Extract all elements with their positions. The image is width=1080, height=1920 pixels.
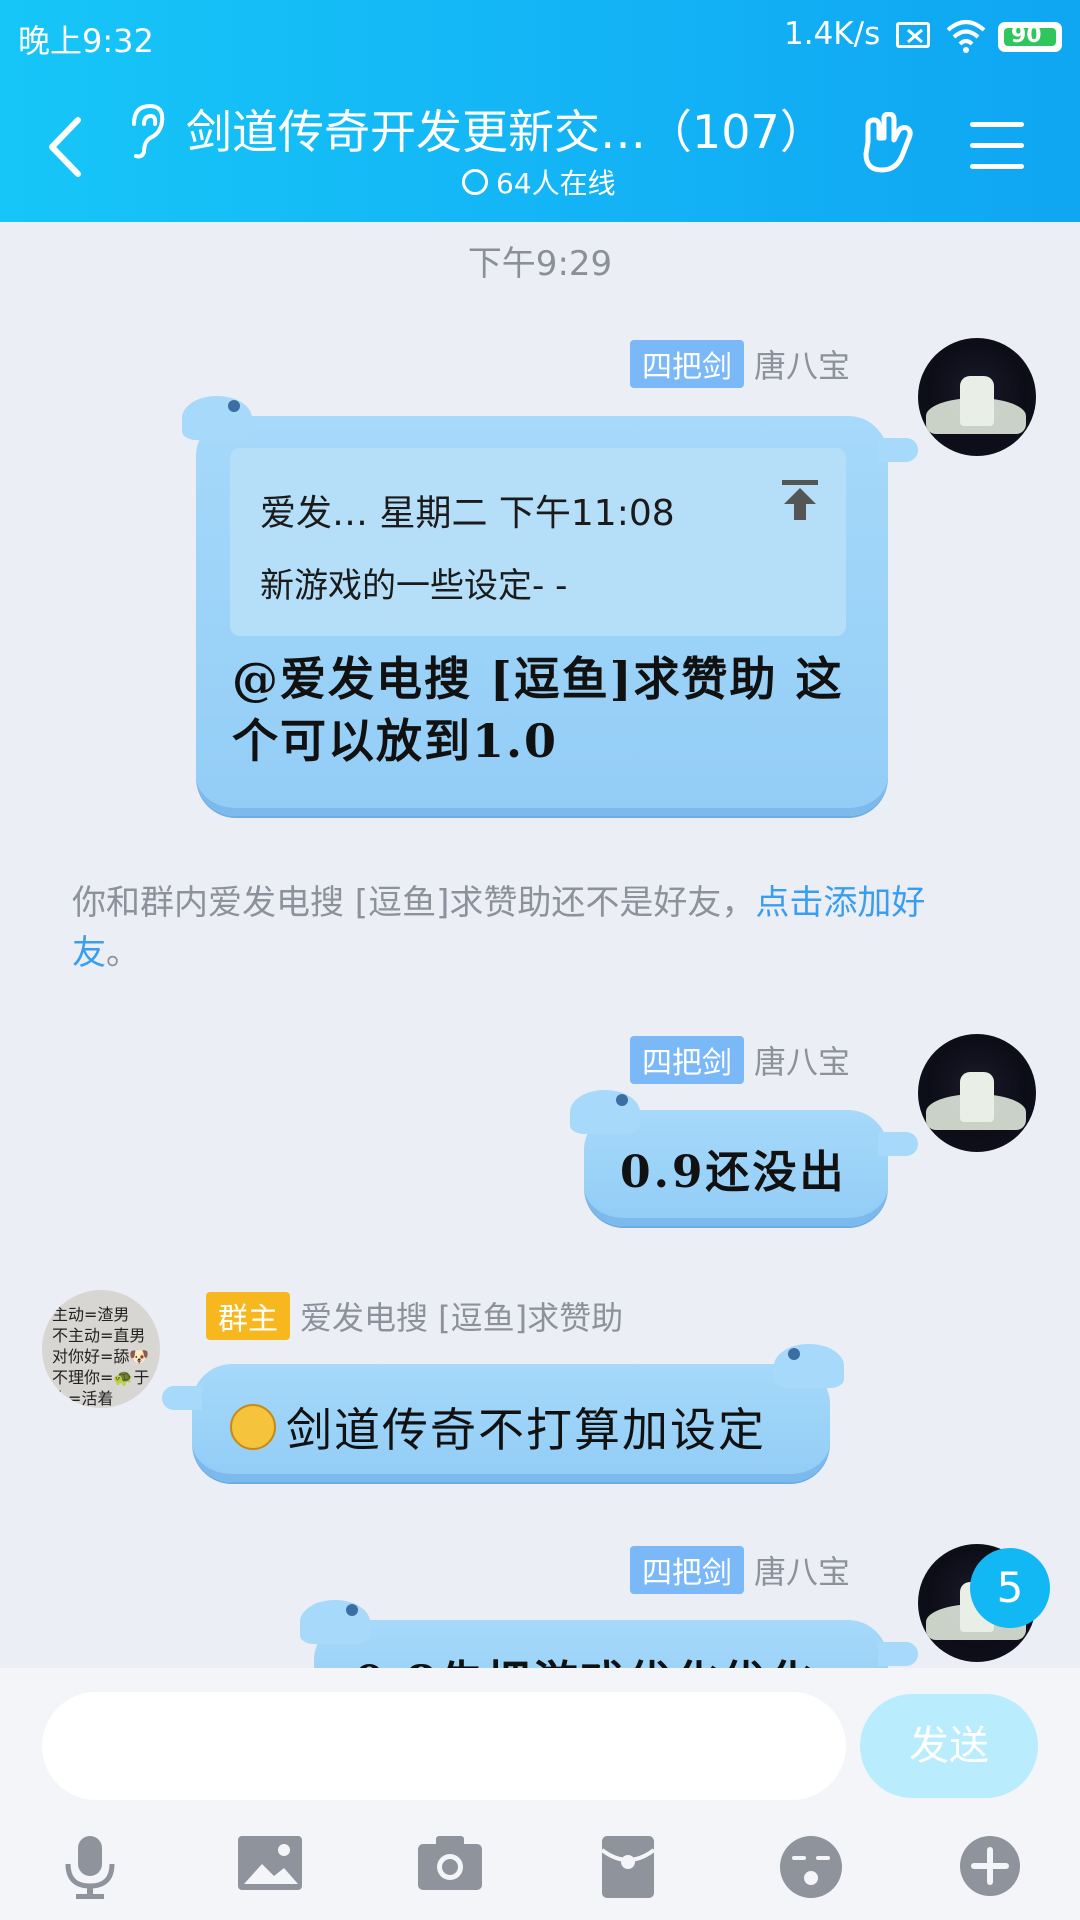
top-bar: 晚上9:32 1.4K/s 90 剑道传奇开发更新交…（107） 64人在线: [0, 0, 1080, 222]
camera-icon[interactable]: [416, 1834, 484, 1896]
avatar[interactable]: [918, 1034, 1036, 1152]
status-bar: 晚上9:32 1.4K/s 90: [0, 0, 1080, 72]
emoji-icon: [230, 1404, 276, 1450]
network-speed: 1.4K/s: [784, 16, 881, 52]
sender-line: 群主 爱发电搜 [逗鱼]求赞助: [206, 1292, 623, 1340]
ear-icon[interactable]: [124, 102, 168, 164]
unread-badge[interactable]: 5: [970, 1548, 1050, 1628]
back-icon: [49, 117, 81, 177]
timestamp: 下午9:29: [467, 244, 613, 284]
sim-icon: [896, 22, 930, 48]
microphone-icon[interactable]: [62, 1834, 118, 1904]
sender-line: 四把剑 唐八宝: [630, 1036, 850, 1084]
red-packet-icon[interactable]: [600, 1834, 656, 1904]
message-input[interactable]: [42, 1692, 846, 1800]
battery-level: 90: [1011, 23, 1042, 48]
status-time: 晚上9:32: [18, 22, 154, 60]
sender-line: 四把剑 唐八宝: [630, 1546, 850, 1594]
sender-name[interactable]: 唐八宝: [754, 1037, 850, 1083]
plus-icon[interactable]: [958, 1834, 1022, 1902]
wifi-icon: [944, 18, 988, 58]
message-text: 0.9还没出: [620, 1147, 847, 1198]
quote-header: 爱发… 星期二 下午11:08: [260, 493, 675, 534]
back-button[interactable]: [42, 112, 94, 182]
online-count-label: 64人在线: [496, 167, 616, 200]
message-bubble[interactable]: 0.8先把游戏优化优化: [300, 1600, 918, 1668]
avatar[interactable]: 主动=渣男 不主动=直男 对你好=舔🐶 不理你=🐢于 人=活着: [42, 1290, 160, 1408]
hand-icon[interactable]: [858, 111, 922, 178]
image-icon[interactable]: [236, 1834, 304, 1896]
message-text: 剑道传奇不打算加设定: [286, 1403, 766, 1457]
sender-line: 四把剑 唐八宝: [630, 340, 850, 388]
message-text: 0.8先把游戏优化优化: [354, 1646, 816, 1668]
member-tag: 四把剑: [630, 340, 744, 388]
message-bubble[interactable]: 剑道传奇不打算加设定: [162, 1344, 844, 1482]
chevron-circle-icon: [462, 169, 488, 195]
member-tag: 四把剑: [630, 1036, 744, 1084]
online-count[interactable]: 64人在线: [462, 162, 616, 202]
quote-body: 新游戏的一些设定- -: [260, 566, 568, 606]
avatar[interactable]: [918, 338, 1036, 456]
message-text: @爱发电搜 [逗鱼]求赞助 这: [232, 652, 844, 706]
send-button[interactable]: 发送: [860, 1694, 1038, 1798]
avatar-text: 主动=渣男 不主动=直男 对你好=舔🐶 不理你=🐢于 人=活着: [52, 1305, 150, 1408]
sender-name[interactable]: 爱发电搜 [逗鱼]求赞助: [300, 1293, 623, 1339]
menu-icon: [970, 122, 1024, 127]
battery-icon: 90: [998, 22, 1062, 52]
chat-area[interactable]: 下午9:29 四把剑 唐八宝 @爱发电搜 [逗鱼]求赞助 这 个可以放到1.0 …: [0, 222, 1080, 1668]
sender-name[interactable]: 唐八宝: [754, 341, 850, 387]
system-text: 你和群内爱发电搜 [逗鱼]求赞助还不是好友，: [72, 883, 756, 923]
emoji-picker-icon[interactable]: [778, 1834, 844, 1904]
member-tag: 四把剑: [630, 1546, 744, 1594]
owner-tag: 群主: [206, 1292, 290, 1340]
message-bubble[interactable]: 0.9还没出: [570, 1090, 918, 1226]
system-message: 你和群内爱发电搜 [逗鱼]求赞助还不是好友，点击添加好友。: [72, 878, 992, 978]
system-end: 。: [106, 933, 140, 973]
input-bar: 发送: [0, 1668, 1080, 1920]
group-title[interactable]: 剑道传奇开发更新交…（107）: [186, 96, 846, 162]
menu-button[interactable]: [970, 122, 1024, 170]
jump-to-top-icon[interactable]: [780, 478, 820, 526]
quoted-message[interactable]: 爱发… 星期二 下午11:08 新游戏的一些设定- -: [230, 448, 846, 636]
sender-name[interactable]: 唐八宝: [754, 1547, 850, 1593]
toolbar: [0, 1828, 1080, 1908]
message-text: 个可以放到1.0: [232, 714, 559, 768]
